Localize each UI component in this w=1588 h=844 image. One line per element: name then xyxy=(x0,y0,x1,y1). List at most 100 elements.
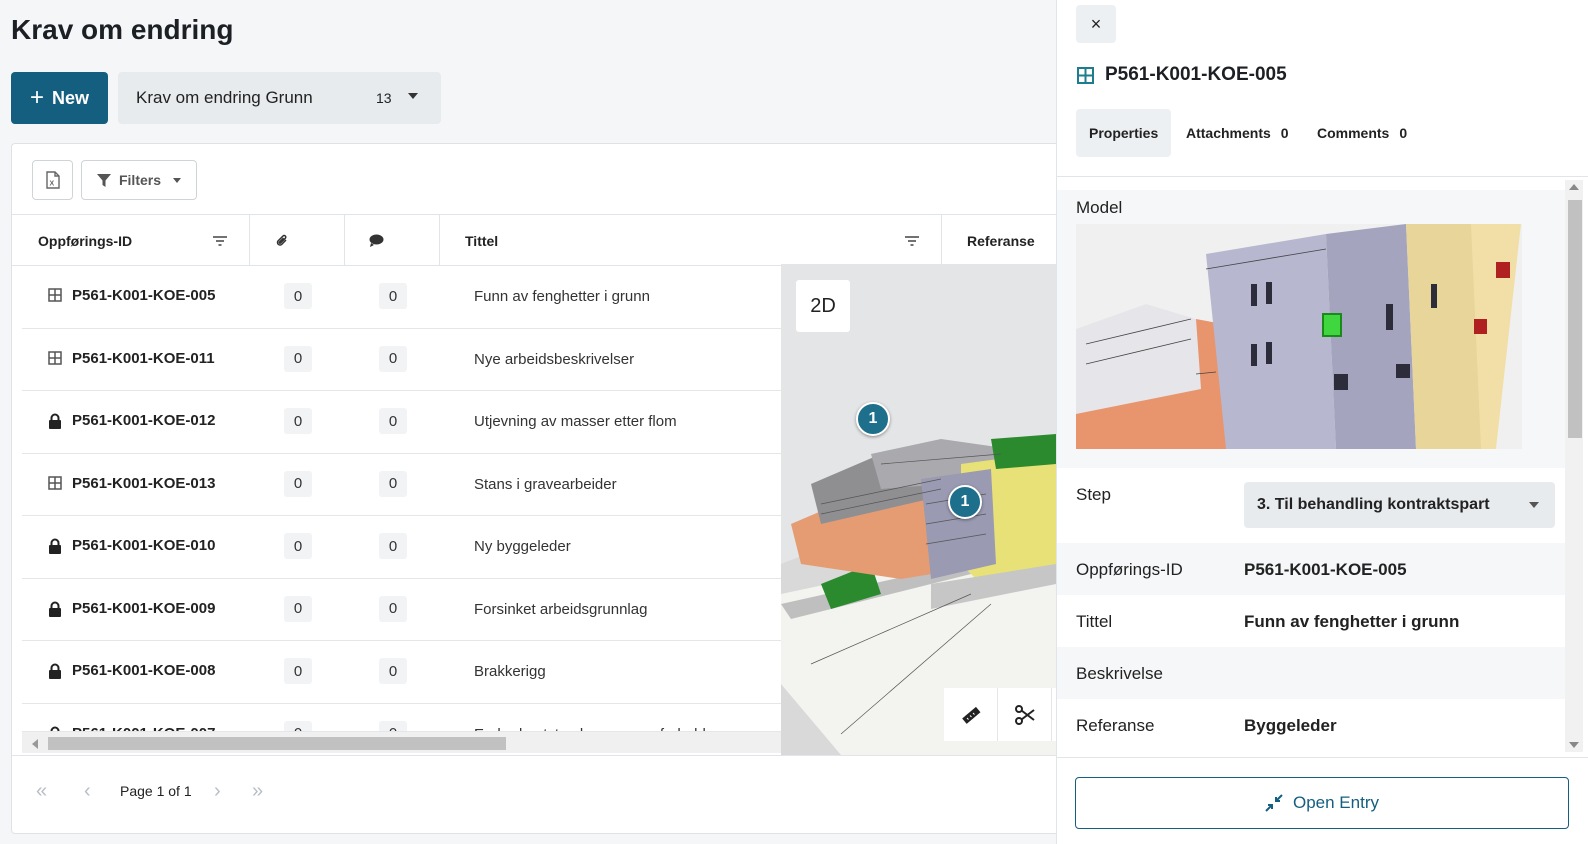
filters-button[interactable]: Filters xyxy=(81,160,197,200)
row-attachments-count: 0 xyxy=(284,345,312,372)
2d-toggle-button[interactable]: 2D xyxy=(796,280,850,332)
first-page-icon[interactable]: « xyxy=(36,780,47,803)
model-pin-marker[interactable]: 1 xyxy=(948,485,982,519)
tab-attachments[interactable]: Attachments 0 xyxy=(1173,109,1302,157)
property-label: Model xyxy=(1076,198,1123,217)
row-attachments-count: 0 xyxy=(284,658,312,684)
last-page-icon[interactable]: » xyxy=(252,780,263,803)
column-header-attachments[interactable] xyxy=(250,215,345,266)
plus-icon: + xyxy=(29,84,44,111)
new-button-label: New xyxy=(52,87,90,108)
row-title: Forsinket arbeidsgrunnlag xyxy=(474,600,648,618)
grid-icon xyxy=(1077,67,1094,84)
pagination: « ‹ Page 1 of 1 › » xyxy=(12,755,1057,825)
scroll-down-icon[interactable] xyxy=(1569,742,1579,748)
property-label: Tittel xyxy=(1076,612,1113,631)
svg-text:X: X xyxy=(49,181,54,188)
column-header-reference-label: Referanse xyxy=(967,232,1035,249)
table-row[interactable]: P561-K001-KOE-008 0 0 Brakkerigg xyxy=(22,641,782,704)
column-filter-icon[interactable] xyxy=(213,236,227,246)
column-header-reference[interactable]: Referanse xyxy=(942,215,1057,266)
table-body: P561-K001-KOE-005 0 0 Funn av fenghetter i … xyxy=(22,266,782,734)
details-panel: × P561-K001-KOE-005 Properties Attachmen… xyxy=(1056,0,1588,844)
properties-list: Model Step 3. Til behandling kontraktspa… xyxy=(1057,190,1565,752)
property-label: Step xyxy=(1076,485,1111,504)
chevron-down-icon xyxy=(1529,502,1539,508)
row-id[interactable]: P561-K001-KOE-012 xyxy=(72,412,215,429)
row-comments-count: 0 xyxy=(379,533,407,559)
lock-icon xyxy=(48,601,62,617)
section-cut-button[interactable] xyxy=(998,688,1052,741)
measure-tool-button[interactable] xyxy=(944,688,998,741)
tab-comments-count: 0 xyxy=(1399,125,1408,141)
table-row[interactable]: P561-K001-KOE-005 0 0 Funn av fenghetter i … xyxy=(22,266,782,329)
3d-model-viewer[interactable]: 2D 1 1 xyxy=(781,264,1056,755)
column-header-title[interactable]: Tittel xyxy=(440,215,942,266)
column-header-comments[interactable] xyxy=(345,215,440,266)
row-id[interactable]: P561-K001-KOE-013 xyxy=(72,475,215,492)
tab-properties[interactable]: Properties xyxy=(1076,109,1172,157)
grid-icon xyxy=(48,350,62,367)
column-filter-icon[interactable] xyxy=(905,236,919,246)
property-reference: Referanse Byggeleder xyxy=(1057,699,1565,751)
row-id[interactable]: P561-K001-KOE-005 xyxy=(72,287,215,304)
step-select[interactable]: 3. Til behandling kontraktspart xyxy=(1244,482,1555,528)
property-value: Byggeleder xyxy=(1244,716,1337,735)
row-attachments-count: 0 xyxy=(284,470,312,497)
row-comments-count: 0 xyxy=(379,408,407,434)
table-row[interactable]: P561-K001-KOE-011 0 0 Nye arbeidsbeskrivels… xyxy=(22,329,782,391)
table-header: Oppførings-ID Tittel Referanse xyxy=(12,214,1057,266)
scroll-left-icon[interactable] xyxy=(32,739,38,749)
property-title: Tittel Funn av fenghetter i grunn xyxy=(1057,595,1565,647)
tab-attachments-count: 0 xyxy=(1280,125,1289,141)
building-model-render xyxy=(1076,224,1522,449)
property-id: Oppførings-ID P561-K001-KOE-005 xyxy=(1057,543,1565,595)
row-title: Funn av fenghetter i grunn xyxy=(474,288,650,305)
open-entry-button[interactable]: Open Entry xyxy=(1075,777,1569,829)
paperclip-icon xyxy=(276,234,287,246)
property-label: Referanse xyxy=(1076,716,1155,735)
table-row[interactable]: P561-K001-KOE-010 0 0 Ny byggeleder xyxy=(22,516,782,579)
column-header-id-label: Oppførings-ID xyxy=(38,232,133,249)
vertical-scrollbar[interactable] xyxy=(1565,180,1583,752)
horizontal-scrollbar[interactable] xyxy=(22,731,782,753)
model-preview[interactable] xyxy=(1076,224,1522,449)
property-step: Step 3. Til behandling kontraktspart xyxy=(1057,468,1565,543)
scrollbar-thumb[interactable] xyxy=(1568,200,1582,438)
table-row[interactable]: P561-K001-KOE-007 0 0 Endrede utsturskrav -… xyxy=(22,704,782,734)
row-id[interactable]: P561-K001-KOE-008 xyxy=(72,662,215,679)
scrollbar-thumb[interactable] xyxy=(48,737,506,750)
model-pin-marker[interactable]: 1 xyxy=(856,402,890,436)
table-row[interactable]: P561-K001-KOE-012 0 0 Utjevning av masser e… xyxy=(22,391,782,454)
row-id[interactable]: P561-K001-KOE-011 xyxy=(72,350,215,367)
row-id[interactable]: P561-K001-KOE-009 xyxy=(72,600,215,617)
page-indicator: Page 1 of 1 xyxy=(120,783,192,799)
table-row[interactable]: P561-K001-KOE-013 0 0 Stans i gravearbeider xyxy=(22,454,782,516)
row-comments-count: 0 xyxy=(379,595,407,622)
divider xyxy=(1057,757,1588,758)
next-page-icon[interactable]: › xyxy=(214,780,221,803)
new-button[interactable]: + New xyxy=(11,72,108,124)
property-value: Funn av fenghetter i grunn xyxy=(1244,612,1460,631)
lock-icon xyxy=(48,663,62,679)
table-row[interactable]: P561-K001-KOE-009 0 0 Forsinket arbeidsgrun… xyxy=(22,579,782,641)
row-id[interactable]: P561-K001-KOE-010 xyxy=(72,537,215,554)
scissors-icon xyxy=(1014,704,1035,725)
close-button[interactable]: × xyxy=(1076,5,1116,43)
property-description: Beskrivelse xyxy=(1057,647,1565,699)
grid-icon xyxy=(48,288,62,304)
export-excel-button[interactable]: X xyxy=(32,160,73,200)
property-value: P561-K001-KOE-005 xyxy=(1244,560,1407,579)
step-value: 3. Til behandling kontraktspart xyxy=(1257,496,1490,513)
row-title: Nye arbeidsbeskrivelser xyxy=(474,350,635,368)
funnel-icon xyxy=(96,173,111,187)
view-selector[interactable]: Krav om endring Grunn 13 xyxy=(118,72,441,124)
prev-page-icon[interactable]: ‹ xyxy=(84,780,91,803)
page-title: Krav om endring xyxy=(11,14,234,45)
tab-comments[interactable]: Comments 0 xyxy=(1304,109,1420,157)
property-label: Beskrivelse xyxy=(1076,664,1163,683)
ruler-icon xyxy=(961,706,980,724)
column-header-id[interactable]: Oppførings-ID xyxy=(12,215,250,266)
tab-properties-label: Properties xyxy=(1089,125,1159,141)
scroll-up-icon[interactable] xyxy=(1569,184,1579,190)
